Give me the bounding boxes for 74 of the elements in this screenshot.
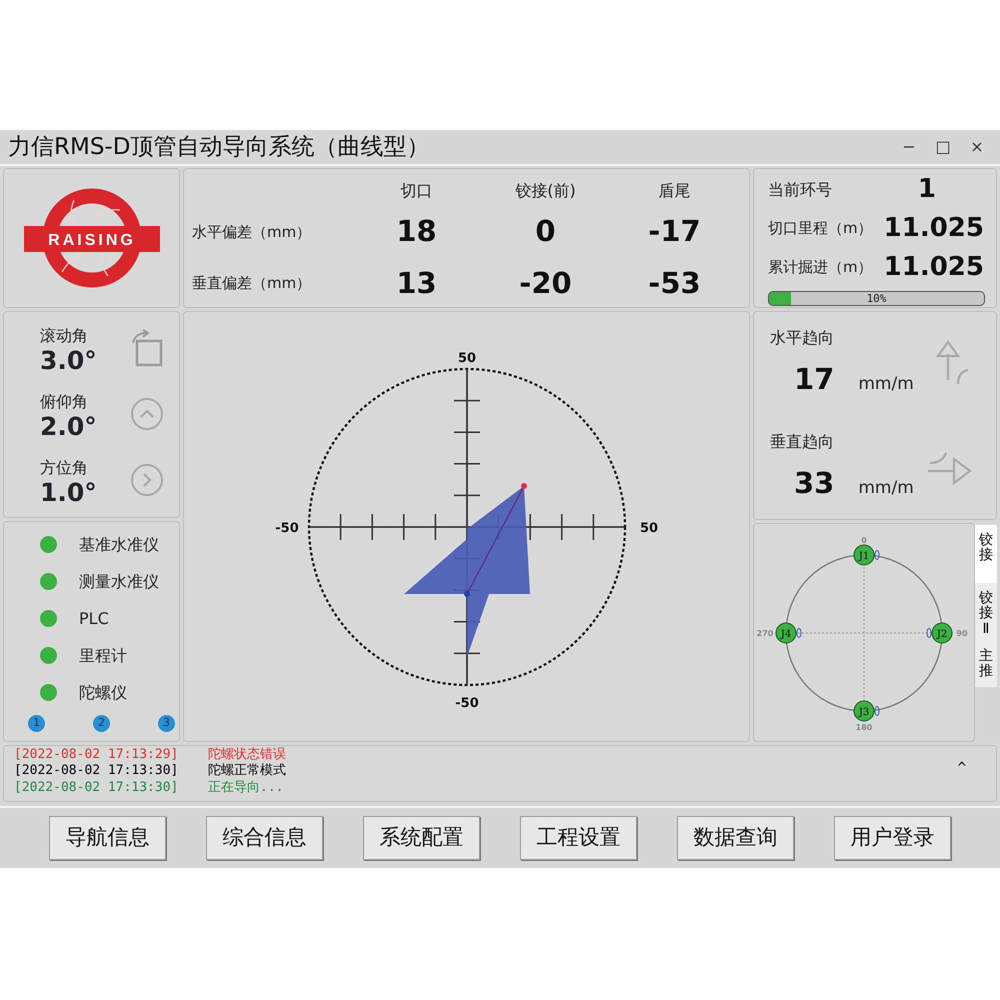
joint-label: J3 [858, 706, 870, 718]
trend-label: 垂直趋向 [770, 430, 835, 452]
angle-label: 俯仰角 [40, 390, 89, 413]
log-time: [2022-08-02 17:13:30] [14, 780, 180, 796]
unit-label: mm/m [858, 373, 914, 396]
sensor-mark [874, 550, 880, 560]
joint-label: J4 [780, 628, 792, 640]
ring-value: 1 [918, 173, 936, 206]
sensor-mark [874, 706, 880, 716]
angle-value: 2.0° [40, 414, 97, 439]
progress-text: 10% [866, 292, 888, 305]
nav-button[interactable]: 用户登录 [834, 816, 951, 860]
sensor-label: 测量水准仪 [79, 570, 159, 592]
angle-label: 0 [861, 536, 867, 544]
trend-label: 水平趋向 [770, 327, 835, 349]
mileage-label: 累计掘进（m） [768, 257, 873, 278]
joint-label: J1 [858, 550, 870, 562]
angle-label: 滚动角 [40, 325, 89, 348]
angle-label: 270 [757, 628, 774, 638]
column-header: 切口 [400, 180, 432, 200]
nav-button[interactable]: 系统配置 [363, 816, 480, 860]
log-time: [2022-08-02 17:13:30] [14, 763, 180, 780]
log-message: 陀螺状态错误 [208, 747, 286, 763]
sensor-mark [926, 628, 932, 638]
deviation-value: 18 [396, 214, 437, 248]
sensor-label: 陀螺仪 [79, 682, 127, 704]
sensor-label: 基准水准仪 [79, 534, 159, 556]
trend-value: 33 [794, 464, 834, 502]
angle-value: 3.0° [40, 348, 97, 374]
ring-label: 当前环号 [768, 178, 832, 200]
rotate-icon [129, 328, 165, 369]
axis-label: -50 [454, 696, 478, 710]
joint-label: J2 [936, 628, 948, 640]
angle-label: 方位角 [40, 456, 89, 479]
sensor-label: PLC [79, 608, 109, 630]
deviation-value: -17 [648, 214, 701, 248]
side-tab[interactable]: 铰接 [975, 525, 997, 583]
axis-label: 50 [457, 350, 476, 366]
angle-value: 1.0° [40, 480, 97, 505]
window-title: 力信RMS-D顶管自动导向系统（曲线型） [8, 132, 430, 162]
sensor-mark [796, 628, 802, 638]
column-header: 盾尾 [658, 180, 690, 200]
log-time: [2022-08-02 17:13:29] [14, 747, 180, 764]
minimize-button[interactable]: − [894, 135, 924, 159]
expand-button[interactable]: ^ [958, 760, 966, 778]
mileage-label: 切口里程（m） [768, 218, 873, 240]
angle-label: 180 [856, 722, 872, 732]
nav-button[interactable]: 导航信息 [49, 816, 166, 860]
row-label: 垂直偏差（mm） [192, 273, 312, 294]
deviation-value: -53 [648, 266, 701, 300]
deviation-value: 13 [396, 266, 437, 300]
chevron-right-icon [129, 462, 165, 498]
axis-label: 50 [639, 520, 658, 536]
nav-button[interactable]: 综合信息 [206, 816, 323, 860]
mileage-value: 11.025 [884, 212, 984, 245]
close-button[interactable]: × [962, 135, 992, 159]
sensor-label: 里程计 [79, 644, 127, 666]
log-message: 正在导向... [208, 780, 284, 796]
side-tab[interactable]: 铰接Ⅱ [975, 583, 997, 641]
angle-label: 90 [956, 628, 968, 638]
deviation-value: 0 [535, 214, 556, 248]
row-label: 水平偏差（mm） [192, 222, 312, 243]
maximize-button[interactable]: □ [928, 135, 958, 159]
trend-value: 17 [794, 361, 834, 398]
nav-button[interactable]: 数据查询 [677, 816, 794, 860]
side-tab[interactable]: 主推 [975, 641, 997, 687]
nav-button[interactable]: 工程设置 [520, 816, 637, 860]
mileage-value: 11.025 [884, 251, 984, 284]
chevron-up-icon [129, 396, 165, 432]
unit-label: mm/m [858, 476, 914, 500]
column-header: 铰接(前) [515, 180, 576, 200]
log-message: 陀螺正常模式 [208, 763, 286, 780]
deviation-value: -20 [519, 266, 572, 300]
axis-label: -50 [274, 520, 298, 536]
